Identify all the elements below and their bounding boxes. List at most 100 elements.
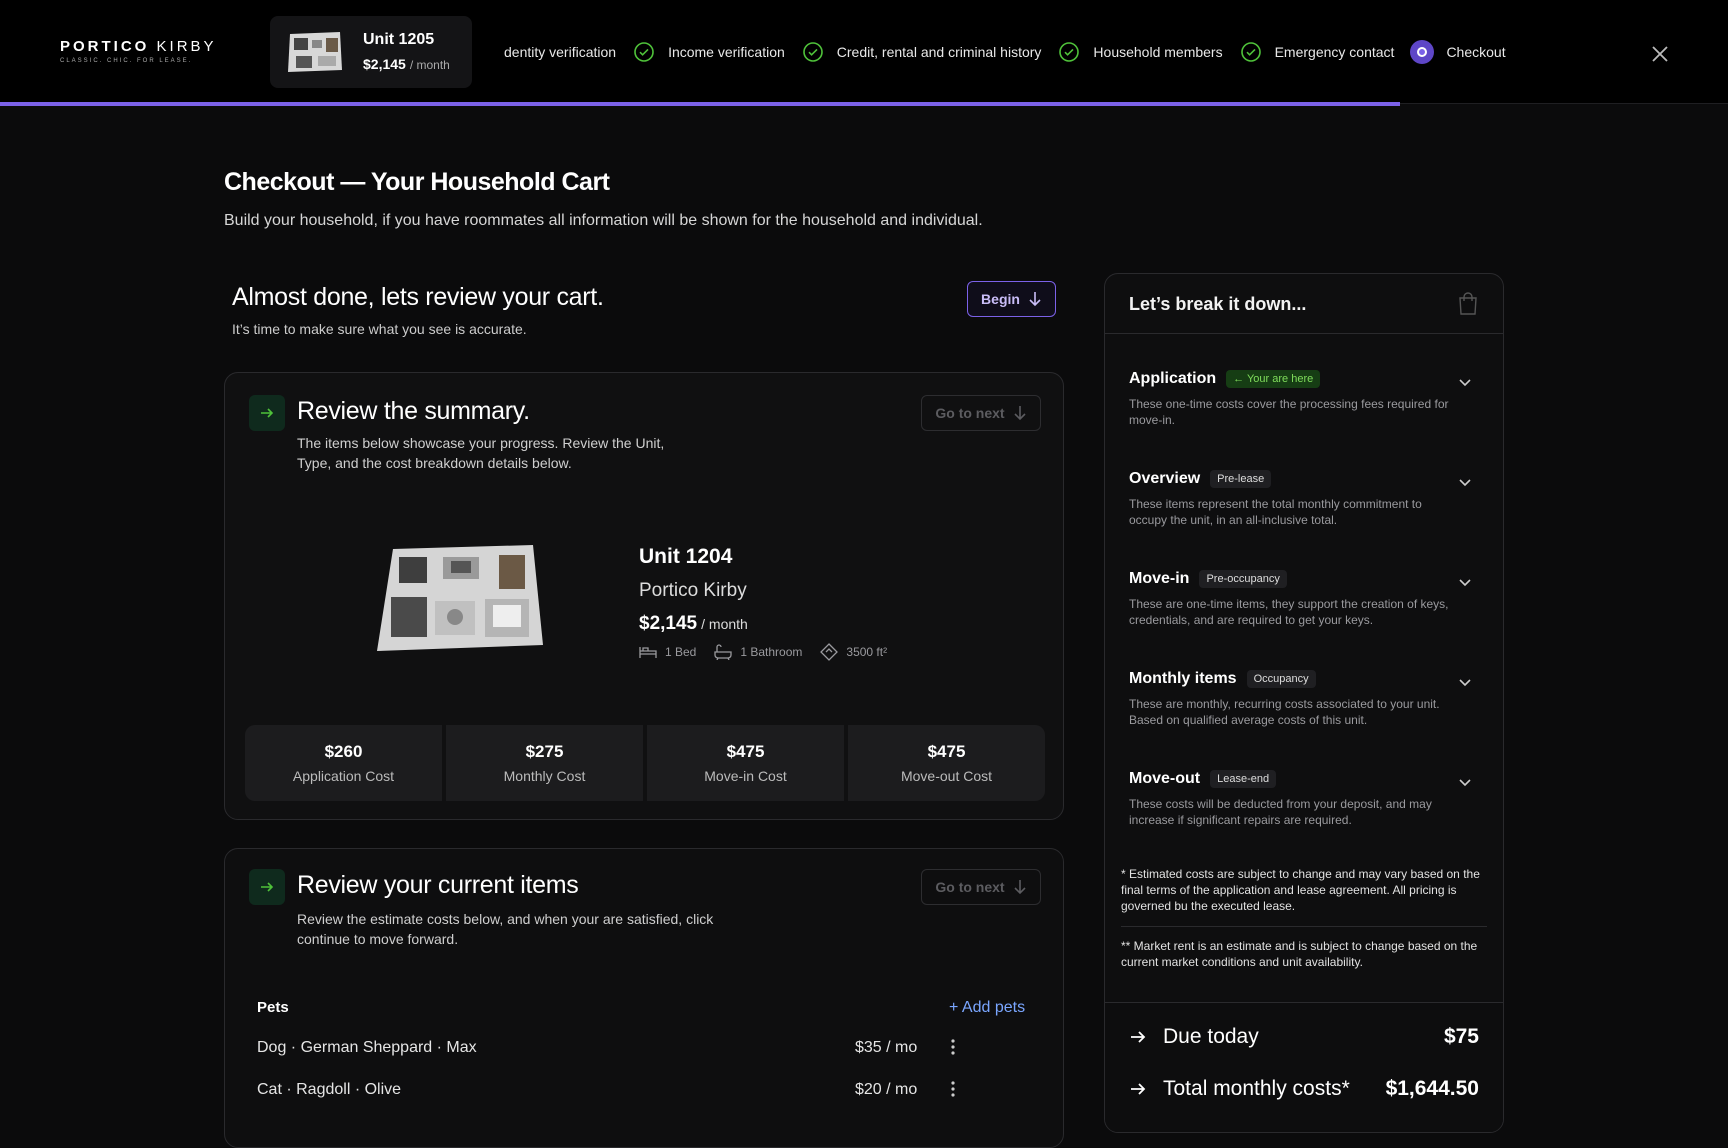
shopping-bag-icon: [1459, 292, 1477, 315]
step-credit[interactable]: Credit, rental and criminal history: [785, 42, 1042, 62]
pets-heading: Pets: [257, 999, 289, 1016]
cost-label: Move-in Cost: [704, 768, 787, 784]
pet-label: Cat · Ragdoll · Olive: [257, 1081, 402, 1098]
more-vertical-icon[interactable]: [943, 1079, 963, 1099]
cost-value: $260: [324, 742, 363, 761]
arrow-down-icon: [1014, 406, 1026, 421]
begin-button[interactable]: Begin: [967, 281, 1056, 317]
section-desc: These costs will be deducted from your d…: [1129, 797, 1432, 827]
unit-name: Unit 1204: [639, 545, 733, 568]
monthly-cost: $275 Monthly Cost: [446, 725, 643, 801]
section-application[interactable]: Application ← Your are here These one-tim…: [1129, 370, 1479, 428]
go-next-label: Go to next: [935, 879, 1005, 895]
move-out-cost: $475 Move-out Cost: [848, 725, 1045, 801]
review-subheading: It’s time to make sure what you see is a…: [232, 321, 527, 337]
section-desc: These items represent the total monthly …: [1129, 497, 1422, 527]
cost-label: Application Cost: [292, 768, 395, 784]
section-title: Monthly items: [1129, 670, 1237, 687]
move-in-cost: $475 Move-in Cost: [647, 725, 844, 801]
more-vertical-icon[interactable]: [943, 1037, 963, 1057]
logo-main: PORTICO: [60, 38, 150, 55]
go-to-next-button[interactable]: Go to next: [921, 869, 1041, 905]
cost-value: $475: [726, 742, 765, 761]
property-name: Portico Kirby: [639, 580, 747, 601]
progress-bar: [0, 102, 1400, 106]
market-rent-note: ** Market rent is an estimate and is sub…: [1121, 939, 1478, 969]
section-monthly[interactable]: Monthly items Occupancy These are monthly…: [1129, 670, 1479, 728]
section-desc: These are one-time items, they support t…: [1129, 597, 1449, 627]
check-circle-icon: [634, 42, 654, 62]
check-circle-icon: [1059, 42, 1080, 62]
check-circle-icon: [802, 42, 823, 62]
arrow-right-icon: [249, 869, 285, 905]
unit-card-period: / month: [409, 58, 450, 72]
chevron-down-icon[interactable]: [1457, 374, 1473, 390]
breakdown-header: Let’s break it down...: [1105, 274, 1503, 334]
pet-row: Cat · Ragdoll · Olive $20 / mo: [257, 1081, 1037, 1099]
unit-card-name: Unit 1205: [363, 31, 435, 48]
section-title: Application: [1129, 370, 1217, 387]
chevron-down-icon[interactable]: [1457, 774, 1473, 790]
section-move-out[interactable]: Move-out Lease-end These costs will be de…: [1129, 770, 1479, 828]
unit-card[interactable]: Unit 1205 $2,145/ month: [270, 16, 472, 88]
you-are-here-badge: ← Your are here: [1226, 370, 1321, 388]
area-label: 3500 ft²: [846, 645, 888, 659]
summary-card: Review the summary. The items below show…: [224, 372, 1064, 820]
chevron-down-icon[interactable]: [1457, 574, 1473, 590]
chevron-down-icon[interactable]: [1457, 674, 1473, 690]
check-circle-icon: [1240, 42, 1261, 62]
floorplan-thumbnail: [288, 32, 342, 72]
bath-icon: [714, 644, 733, 660]
unit-period: / month: [701, 616, 748, 632]
step-identity[interactable]: dentity verification: [504, 44, 616, 60]
step-household[interactable]: Household members: [1041, 42, 1223, 62]
step-income[interactable]: Income verification: [616, 42, 785, 62]
progress-steps: dentity verification Income verification…: [504, 40, 1506, 64]
estimate-note: * Estimated costs are subject to change …: [1121, 867, 1480, 913]
pet-row: Dog · German Sheppard · Max $35 / mo: [257, 1039, 1037, 1057]
monthly-total-row: Total monthly costs* $1,644.50: [1129, 1077, 1479, 1101]
items-title: Review your current items: [297, 871, 579, 899]
step-checkout[interactable]: Checkout: [1394, 40, 1506, 64]
floorplan-image: [377, 545, 543, 651]
cost-value: $275: [525, 742, 564, 761]
cost-value: $475: [927, 742, 966, 761]
unit-card-price: $2,145: [363, 56, 406, 72]
cost-label: Move-out Cost: [900, 768, 993, 784]
monthly-total-label: Total monthly costs*: [1163, 1077, 1350, 1100]
pet-price: $35 / mo: [855, 1039, 918, 1056]
due-today-label: Due today: [1163, 1025, 1259, 1048]
close-icon[interactable]: [1648, 42, 1672, 66]
step-label: Credit, rental and criminal history: [836, 44, 1042, 60]
top-bar: PORTICO KIRBY CLASSIC. CHIC. FOR LEASE. …: [0, 0, 1728, 104]
add-pets-link[interactable]: + Add pets: [949, 999, 1025, 1017]
section-badge: Pre-occupancy: [1199, 570, 1287, 588]
divider: [1121, 926, 1487, 927]
cost-label: Monthly Cost: [503, 768, 586, 784]
section-move-in[interactable]: Move-in Pre-occupancy These are one-time …: [1129, 570, 1479, 628]
go-next-label: Go to next: [935, 405, 1005, 421]
page-subtitle: Build your household, if you have roomma…: [224, 212, 983, 229]
summary-desc: The items below showcase your progress. …: [297, 435, 665, 471]
application-cost: $260 Application Cost: [245, 725, 442, 801]
bed-icon: [639, 647, 657, 658]
monthly-total-amount: $1,644.50: [1385, 1077, 1479, 1100]
step-emergency[interactable]: Emergency contact: [1223, 42, 1394, 62]
go-to-next-button[interactable]: Go to next: [921, 395, 1041, 431]
section-desc: These are monthly, recurring costs assoc…: [1129, 697, 1440, 727]
breakdown-title: Let’s break it down...: [1129, 294, 1307, 314]
arrow-right-icon: [1131, 1031, 1146, 1043]
current-step-icon: [1410, 40, 1435, 64]
arrow-right-icon: [1131, 1083, 1146, 1095]
section-title: Overview: [1129, 470, 1201, 487]
step-label: dentity verification: [504, 44, 617, 60]
section-badge: Occupancy: [1246, 670, 1316, 688]
chevron-down-icon[interactable]: [1457, 474, 1473, 490]
section-overview[interactable]: Overview Pre-lease These items represent …: [1129, 470, 1479, 528]
begin-label: Begin: [981, 291, 1020, 307]
arrow-right-icon: [249, 395, 285, 431]
logo-second: KIRBY: [156, 38, 217, 55]
breakdown-panel: Let’s break it down... Application ← Your…: [1104, 273, 1504, 1133]
arrow-down-icon: [1029, 292, 1041, 307]
section-title: Move-in: [1129, 570, 1190, 587]
